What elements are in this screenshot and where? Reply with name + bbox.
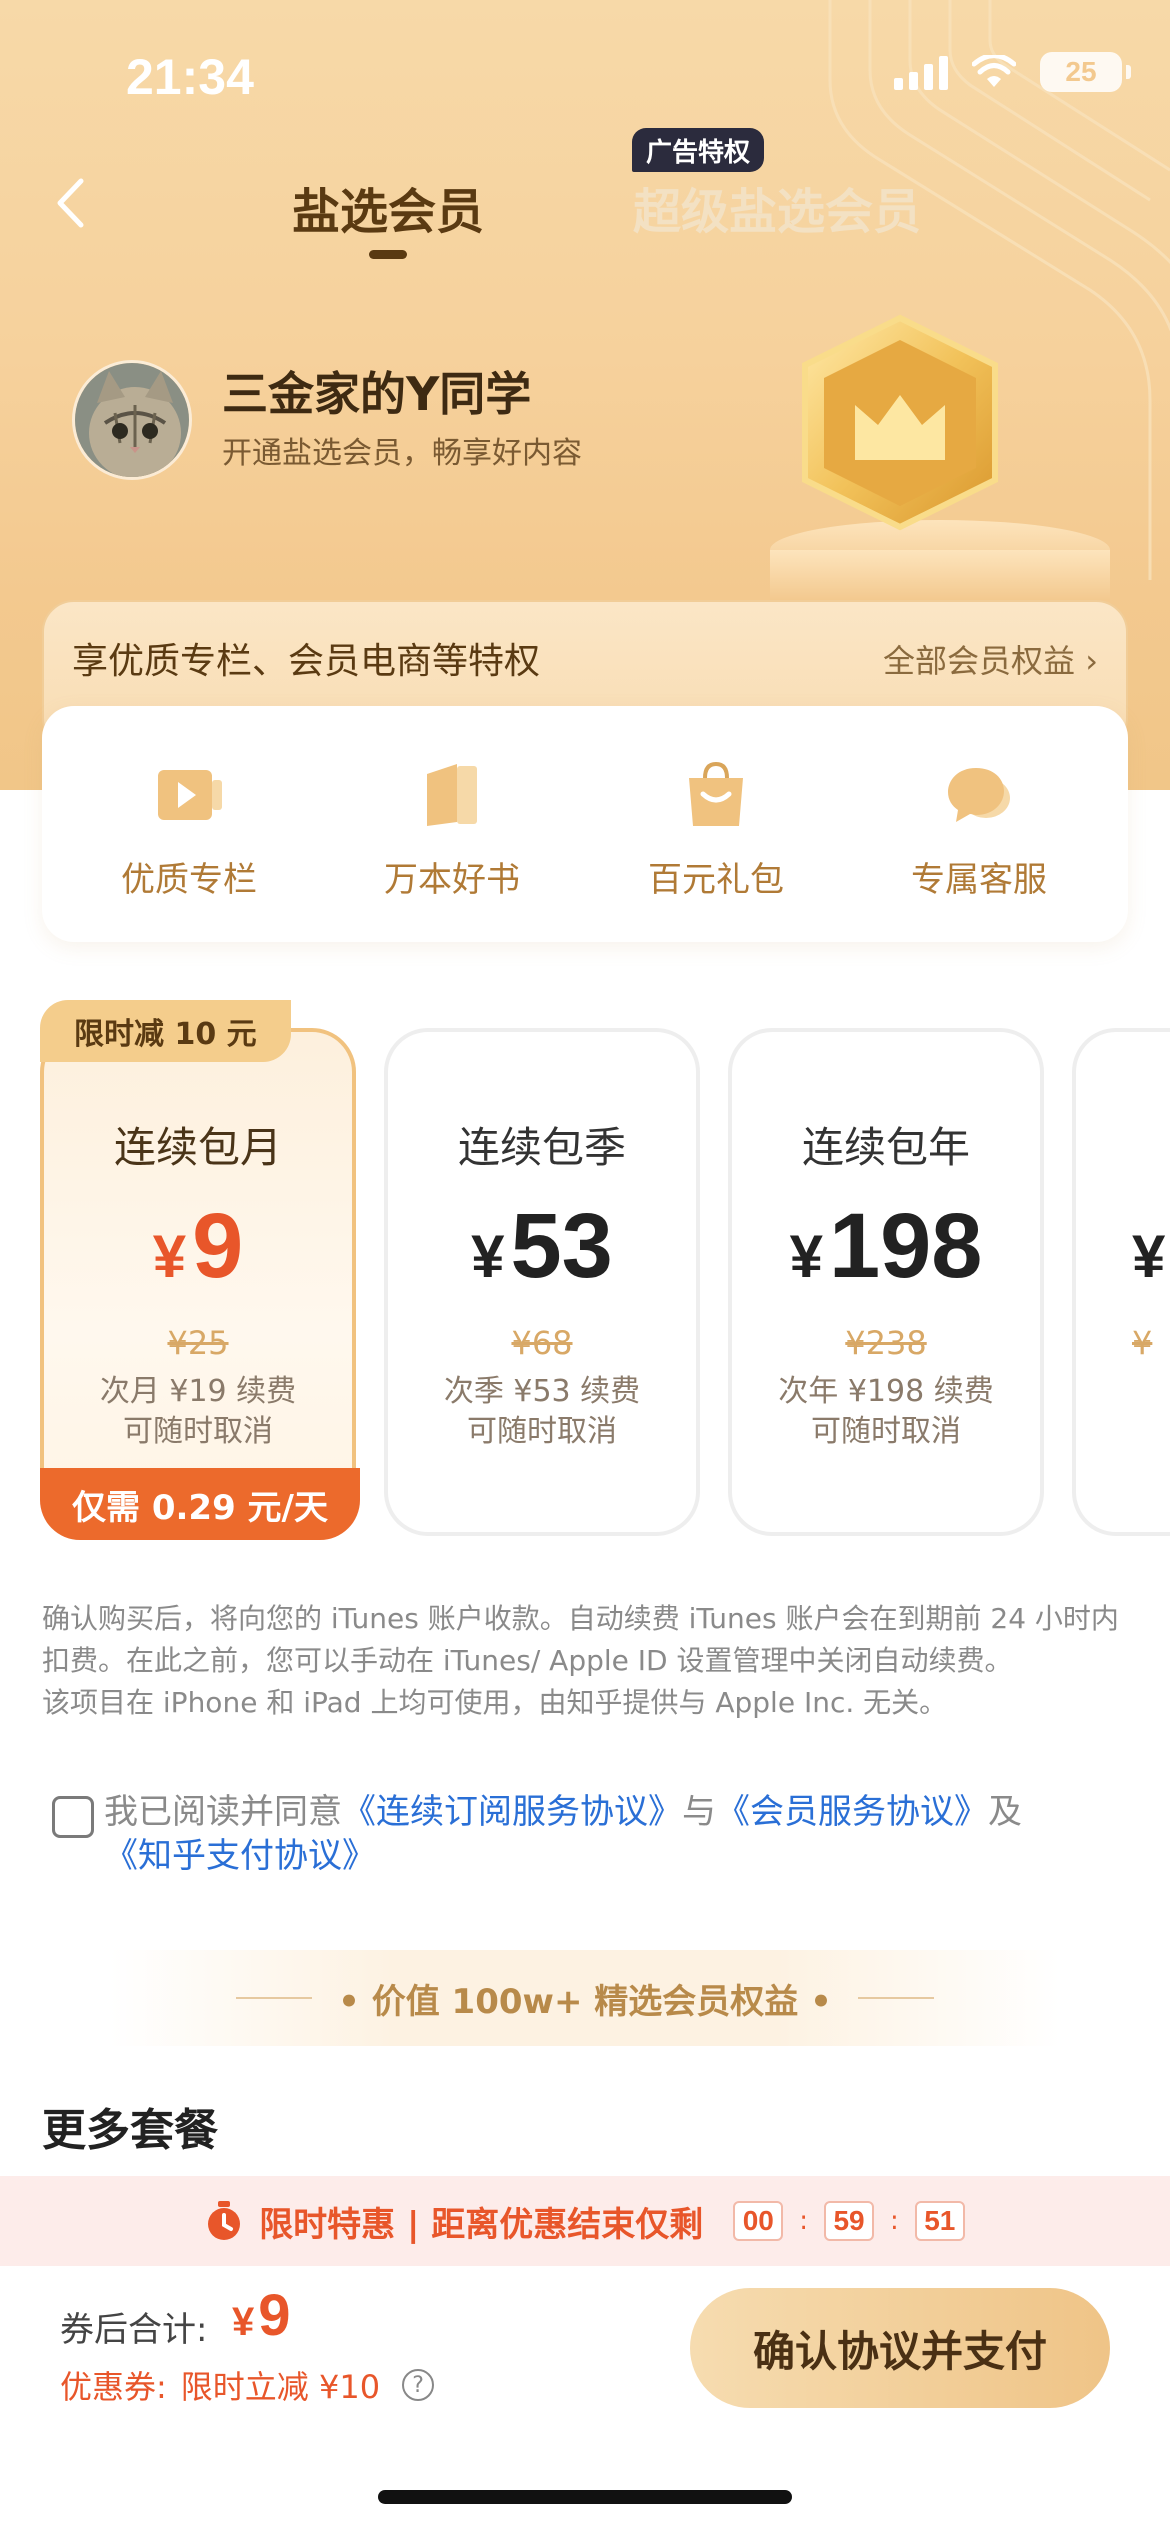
countdown-minutes: 59 [824,2201,875,2241]
plan-price: ¥53 [471,1195,613,1297]
total-label: 券后合计: [60,2310,208,2350]
total-price: ¥9 [232,2283,291,2348]
avatar[interactable] [72,360,192,480]
plan-renew-info: 次季 ¥53 续费 可随时取消 [443,1374,641,1449]
countdown-bar: 限时特惠 | 距离优惠结束仅剩 00 : 59 : 51 [0,2176,1170,2266]
plan-card-yearly[interactable]: 连续包年 ¥198 ¥238 次年 ¥198 续费 可随时取消 [728,1028,1044,1536]
back-button[interactable] [40,168,100,238]
value-banner: • 价值 100w+ 精选会员权益 • [110,1950,1060,2046]
book-icon [427,764,477,826]
plan-name: 连续包月 [113,1123,282,1172]
all-benefits-link[interactable]: 全部会员权益 › [883,636,1098,682]
tab-salt-member[interactable]: 盐选会员 [292,172,484,242]
plan-original-price: ¥25 [167,1324,229,1362]
user-name: 三金家的Y同学 [222,367,532,421]
chevron-left-icon [57,178,84,228]
plan-name: 连续包年 [801,1123,970,1172]
signal-icon [894,54,948,90]
member-service-agreement-link[interactable]: 《会员服务协议》 [716,1792,988,1832]
wifi-icon [972,55,1016,87]
countdown-hours: 00 [733,2201,784,2241]
countdown-label: 限时特惠 | 距离优惠结束仅剩 [259,2204,704,2245]
benefit-item-books[interactable]: 万本好书 [332,760,572,901]
confirm-pay-button[interactable]: 确认协议并支付 [690,2288,1110,2408]
payment-agreement-link[interactable]: 《知乎支付协议》 [104,1836,376,1876]
benefit-label: 专属客服 [911,860,1047,900]
plan-original-price: ¥68 [511,1324,573,1362]
ad-privilege-badge: 广告特权 [632,128,765,172]
subscription-agreement-link[interactable]: 《连续订阅服务协议》 [342,1792,682,1832]
benefit-label: 优质专栏 [121,860,257,900]
benefit-label: 万本好书 [384,860,520,900]
plan-price: ¥ [1132,1223,1166,1290]
status-icons: 25 [894,52,1131,92]
more-plans-title: 更多套餐 [42,2105,218,2156]
battery-icon: 25 [1040,52,1131,92]
benefit-item-column[interactable]: 优质专栏 [69,760,309,901]
discount-tag: 限时减 10 元 [40,1000,291,1062]
tab-super-salt-member[interactable]: 超级盐选会员 [633,172,921,242]
plan-price: ¥198 [789,1195,983,1297]
plan-card-quarterly[interactable]: 连续包季 ¥53 ¥68 次季 ¥53 续费 可随时取消 [384,1028,700,1536]
plan-name: 连续包季 [457,1123,626,1172]
countdown-seconds: 51 [914,2201,965,2241]
plan-original-price: ¥ [1132,1324,1153,1362]
plan-renew-info: 次年 ¥198 续费 可随时取消 [778,1374,994,1449]
banner-divider [236,1997,313,1999]
crown-medal-icon [770,314,1110,600]
daily-price-badge: 仅需 0.29 元/天 [40,1468,360,1540]
stopwatch-icon [208,2201,241,2240]
benefit-label: 百元礼包 [648,860,784,900]
agree-checkbox[interactable] [52,1796,94,1838]
benefit-item-service[interactable]: 专属客服 [859,760,1099,901]
video-icon [158,770,222,820]
question-icon[interactable]: ? [402,2369,435,2401]
coupon-value: 限时立减 ¥10 [180,2368,381,2406]
plan-card-partial[interactable]: ¥ ¥ [1072,1028,1170,1536]
status-time: 21:34 [126,49,254,105]
value-banner-text: • 价值 100w+ 精选会员权益 • [338,1981,832,2022]
plan-card-monthly[interactable]: 连续包月 ¥9 ¥25 次月 ¥19 续费 可随时取消 [40,1028,356,1536]
coupon-label: 优惠券: [60,2368,167,2406]
plan-original-price: ¥238 [845,1324,927,1362]
legal-text: 确认购买后，将向您的 iTunes 账户收款。自动续费 iTunes 账户会在到… [42,1602,1119,1719]
agreement-text: 我已阅读并同意《连续订阅服务协议》与《会员服务协议》及 《知乎支付协议》 [104,1792,1022,1876]
home-indicator [378,2490,792,2504]
plan-price: ¥9 [152,1195,244,1297]
coupon-info[interactable]: 优惠券: 限时立减 ¥10 ? [60,2362,435,2408]
tab-indicator [369,250,407,259]
plan-renew-info: 次月 ¥19 续费 可随时取消 [99,1374,297,1449]
chat-icon [948,768,1010,822]
user-subtitle: 开通盐选会员，畅享好内容 [222,436,582,471]
benefit-title: 享优质专栏、会员电商等特权 [72,641,541,682]
gift-bag-icon [689,761,743,826]
benefit-item-gift[interactable]: 百元礼包 [596,760,836,901]
banner-divider [857,1997,934,1999]
